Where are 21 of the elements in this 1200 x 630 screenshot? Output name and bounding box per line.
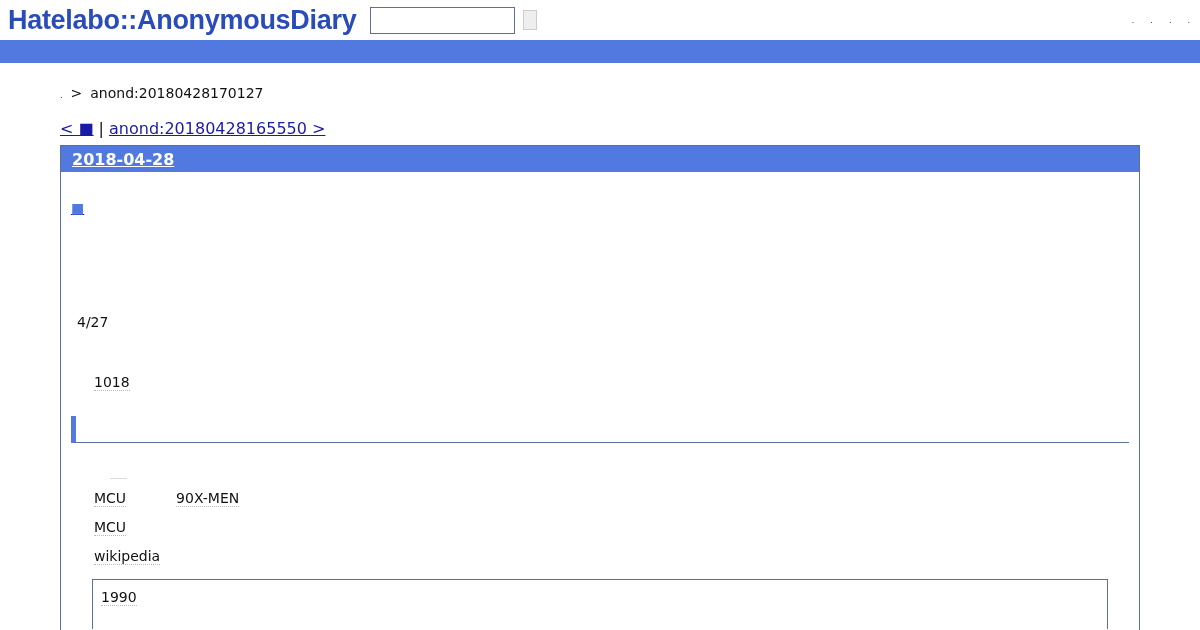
menu-link[interactable]: . xyxy=(1131,15,1135,25)
keyword-link[interactable]: MCU xyxy=(94,490,127,507)
entry-text: 4/27 xyxy=(76,314,110,330)
entry-title-link[interactable]: ■ xyxy=(71,200,85,216)
previous-link[interactable]: < ■ xyxy=(60,119,94,138)
site-logo[interactable]: Hatelabo::AnonymousDiary xyxy=(8,4,357,36)
menu-link[interactable]: . xyxy=(1150,15,1153,25)
keyword-link[interactable]: 1018 xyxy=(94,374,130,391)
menu-link[interactable]: . xyxy=(1168,15,1172,25)
keyword-link[interactable]: MCU xyxy=(94,519,127,536)
breadcrumb-separator: > xyxy=(70,85,83,101)
keyword-link[interactable]: 1990 xyxy=(101,589,137,606)
keyword-link[interactable]: wikipedia xyxy=(94,548,161,565)
keyword-link[interactable]: 90X-MEN xyxy=(176,490,240,507)
menu-link[interactable]: . xyxy=(1187,15,1190,25)
breadcrumb-link[interactable]: . xyxy=(60,91,63,100)
search-field[interactable] xyxy=(370,6,516,34)
breadcrumb-current: anond:20180428170127 xyxy=(90,85,264,101)
pager-separator: | xyxy=(98,119,104,138)
date-link[interactable]: 2018-04-28 xyxy=(72,149,175,169)
next-link[interactable]: anond:20180428165550 > xyxy=(109,119,326,138)
